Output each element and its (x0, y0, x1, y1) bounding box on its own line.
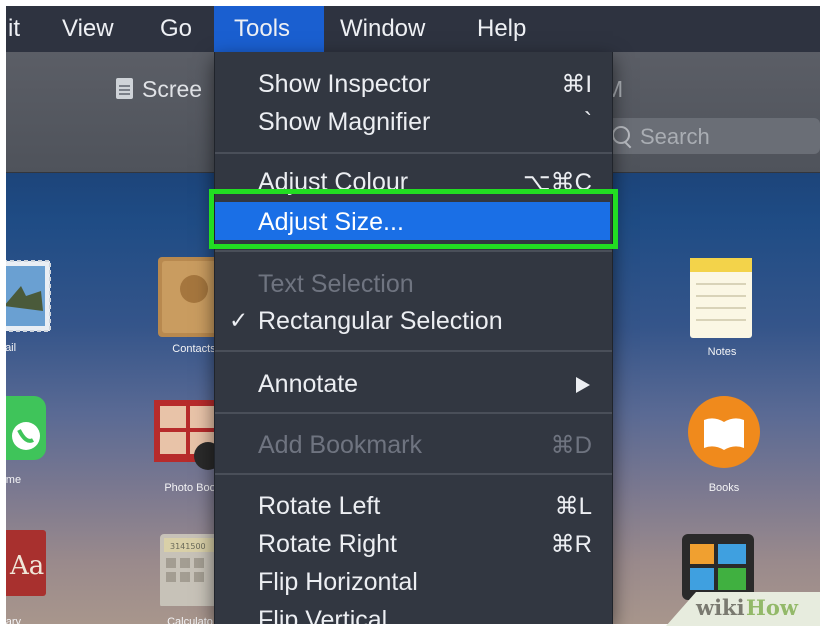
facetime-icon (6, 396, 46, 460)
document-icon (116, 78, 133, 99)
menu-item-show-inspector[interactable]: Show Inspector ⌘I (215, 66, 612, 102)
menu-bar: it View Go Tools Window Help (6, 6, 820, 52)
search-field[interactable] (598, 118, 820, 154)
screen: Scree M Mail Contacts (6, 6, 820, 624)
menu-go[interactable]: Go (148, 6, 204, 52)
menu-separator (215, 412, 612, 414)
menu-separator (215, 350, 612, 352)
menu-help[interactable]: Help (465, 6, 538, 52)
shortcut-show-inspector: ⌘I (561, 71, 592, 98)
mail-icon (6, 260, 51, 332)
submenu-arrow-icon (576, 377, 590, 393)
menu-item-rotate-right[interactable]: Rotate Right ⌘R (215, 526, 612, 562)
svg-text:Aa: Aa (9, 551, 44, 581)
books-icon (688, 396, 760, 468)
app-label-mail: Mail (6, 342, 17, 354)
menu-edit[interactable]: it (6, 6, 32, 52)
shortcut-rotate-left: ⌘L (554, 493, 592, 520)
menu-item-annotate[interactable]: Annotate (215, 366, 612, 402)
app-label-books: Books (708, 482, 740, 494)
menu-item-text-selection: Text Selection (258, 270, 414, 298)
app-facetime[interactable]: eTime (6, 394, 66, 494)
menu-item-rotate-left[interactable]: Rotate Left ⌘L (215, 488, 612, 524)
dictionary-icon: Aa (6, 530, 46, 596)
app-notes[interactable]: Notes (662, 254, 782, 364)
shortcut-add-bookmark: ⌘D (550, 432, 592, 459)
menu-item-flip-vertical[interactable]: Flip Vertical (215, 602, 612, 624)
document-title-text: Scree (142, 76, 203, 102)
document-title: Scree (116, 76, 202, 103)
app-label-facetime: eTime (6, 474, 22, 486)
menu-item-flip-horizontal[interactable]: Flip Horizontal (215, 564, 612, 600)
menu-separator (215, 473, 612, 475)
shortcut-rotate-right: ⌘R (550, 531, 592, 558)
menu-tools[interactable]: Tools (214, 6, 324, 52)
menu-item-rectangular-selection[interactable]: ✓ Rectangular Selection (215, 303, 612, 339)
wikihow-watermark: wiki How (666, 592, 820, 626)
app-books[interactable]: Books (664, 394, 784, 494)
search-icon (612, 126, 630, 144)
checkmark-icon: ✓ (229, 307, 249, 333)
menu-separator (215, 250, 612, 252)
menu-item-show-magnifier[interactable]: Show Magnifier ` (215, 104, 612, 140)
watermark-wiki: wiki (696, 595, 745, 620)
menu-separator (215, 152, 612, 154)
app-label-dictionary: ionary (6, 616, 21, 624)
search-input[interactable] (638, 122, 812, 152)
shortcut-show-magnifier: ` (584, 108, 592, 135)
menu-view[interactable]: View (50, 6, 126, 52)
notes-icon (690, 258, 752, 338)
menu-window[interactable]: Window (328, 6, 437, 52)
watermark-how: How (746, 595, 798, 620)
menu-item-add-bookmark: Add Bookmark ⌘D (258, 431, 592, 459)
app-mail[interactable]: Mail (6, 256, 66, 366)
app-label-notes: Notes (707, 346, 737, 358)
tools-dropdown-menu: Show Inspector ⌘I Show Magnifier ` Adjus… (214, 52, 613, 624)
calculator-display: 3141500 (170, 542, 206, 551)
highlight-callout-box (209, 189, 618, 249)
app-dictionary[interactable]: Aa ionary (6, 526, 66, 624)
